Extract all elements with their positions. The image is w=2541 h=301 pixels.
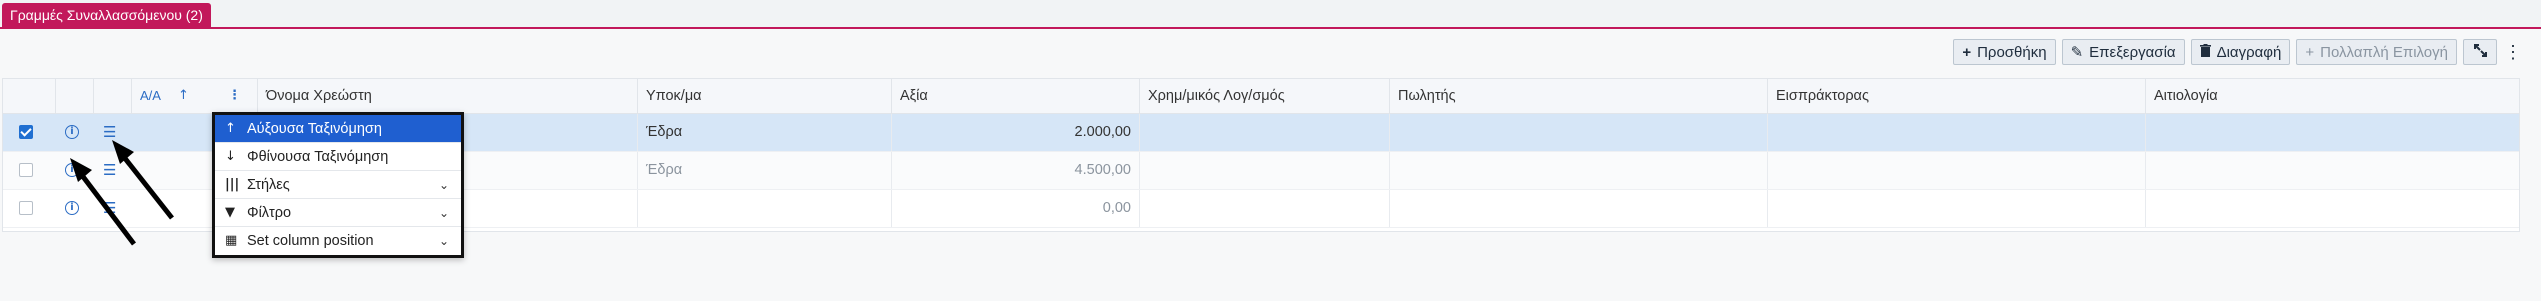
edit-button[interactable]: ✎ Επεξεργασία [2061, 39, 2185, 65]
row-menu-icon[interactable]: ☰ [103, 201, 117, 216]
cell-collector [1767, 190, 2145, 227]
info-icon[interactable]: i [65, 201, 79, 215]
header-justification[interactable]: Αιτιολογία [2145, 79, 2519, 113]
header-collector[interactable]: Εισπράκτορας [1767, 79, 2145, 113]
cell-seller [1389, 152, 1767, 189]
multi-select-button-label: Πολλαπλή Επιλογή [2320, 43, 2448, 61]
header-debtor-name[interactable]: Όνομα Χρεώστη [257, 79, 637, 113]
column-menu-dropdown: ↑ Αύξουσα Ταξινόμηση ↓ Φθίνουσα Ταξινόμη… [212, 112, 464, 258]
expand-icon [2473, 43, 2487, 61]
menu-item-label: Φθίνουσα Ταξινόμηση [247, 149, 389, 165]
plus-icon: + [2305, 43, 2315, 61]
row-checkbox[interactable] [19, 201, 33, 215]
cell-value: 2.000,00 [891, 114, 1139, 151]
cell-justification [2145, 114, 2519, 151]
row-menu-icon[interactable]: ☰ [103, 125, 117, 140]
chevron-down-icon: ⌄ [438, 234, 449, 248]
cell-account [1139, 152, 1389, 189]
menu-item-label: Φίλτρο [247, 205, 292, 221]
header-value[interactable]: Αξία [891, 79, 1139, 113]
filter-icon: ▼ [225, 205, 235, 220]
row-menu-icon[interactable]: ☰ [103, 163, 117, 178]
header-menu-col [93, 79, 131, 113]
tab-strip [0, 0, 2541, 28]
grid-toolbar: + Προσθήκη ✎ Επεξεργασία Διαγραφή + Πολλ… [1953, 39, 2523, 65]
grid-header: Α/Α ↑ ⋮ Όνομα Χρεώστη Υποκ/μα Αξία Χρημ/… [3, 79, 2519, 114]
chevron-down-icon: ⌄ [438, 206, 449, 220]
tab-debtor-lines[interactable]: Γραμμές Συναλλασσόμενου (2) [2, 3, 211, 27]
row-checkbox[interactable] [19, 125, 33, 139]
cell-value: 4.500,00 [891, 152, 1139, 189]
header-branch[interactable]: Υποκ/μα [637, 79, 891, 113]
delete-button-label: Διαγραφή [2216, 43, 2282, 61]
add-button-label: Προσθήκη [1977, 43, 2047, 61]
cell-branch: Έδρα [637, 152, 891, 189]
cell-branch: Έδρα [637, 114, 891, 151]
expand-button[interactable] [2463, 39, 2497, 65]
cell-justification [2145, 190, 2519, 227]
header-select-col [3, 79, 55, 113]
cell-seller [1389, 114, 1767, 151]
chevron-down-icon: ⌄ [438, 178, 449, 192]
delete-button[interactable]: Διαγραφή [2190, 39, 2291, 65]
cell-account [1139, 114, 1389, 151]
info-icon[interactable]: i [65, 125, 79, 139]
cell-collector [1767, 114, 2145, 151]
header-seller[interactable]: Πωλητής [1389, 79, 1767, 113]
plus-icon: + [1962, 43, 1972, 61]
trash-icon [2199, 43, 2211, 61]
cell-value: 0,00 [891, 190, 1139, 227]
arrow-down-icon: ↓ [225, 149, 236, 164]
cell-branch [637, 190, 891, 227]
menu-item-sort-asc[interactable]: ↑ Αύξουσα Ταξινόμηση [215, 115, 461, 143]
menu-item-label: Αύξουσα Ταξινόμηση [247, 121, 382, 137]
sort-asc-icon: ↑ [178, 88, 189, 103]
menu-item-label: Set column position [247, 233, 374, 249]
menu-item-columns[interactable]: ||| Στήλες ⌄ [215, 171, 461, 199]
add-button[interactable]: + Προσθήκη [1953, 39, 2056, 65]
header-aa-label: Α/Α [140, 88, 161, 103]
cell-collector [1767, 152, 2145, 189]
header-info-col [55, 79, 93, 113]
header-account[interactable]: Χρημ/μικός Λογ/σμός [1139, 79, 1389, 113]
pencil-icon: ✎ [2070, 43, 2084, 61]
menu-item-sort-desc[interactable]: ↓ Φθίνουσα Ταξινόμηση [215, 143, 461, 171]
menu-item-column-position[interactable]: ▦ Set column position ⌄ [215, 227, 461, 255]
column-menu-icon[interactable]: ⋮ [228, 79, 241, 113]
cell-account [1139, 190, 1389, 227]
edit-button-label: Επεξεργασία [2089, 43, 2176, 61]
multi-select-button[interactable]: + Πολλαπλή Επιλογή [2296, 39, 2457, 65]
cell-seller [1389, 190, 1767, 227]
table-icon: ▦ [225, 233, 238, 248]
menu-item-filter[interactable]: ▼ Φίλτρο ⌄ [215, 199, 461, 227]
row-checkbox[interactable] [19, 163, 33, 177]
columns-icon: ||| [225, 177, 240, 192]
info-icon[interactable]: i [65, 163, 79, 177]
cell-justification [2145, 152, 2519, 189]
arrow-up-icon: ↑ [225, 121, 236, 136]
menu-item-label: Στήλες [247, 177, 290, 193]
header-aa[interactable]: Α/Α ↑ ⋮ [131, 79, 257, 113]
more-options-icon[interactable]: ⋮ [2503, 39, 2523, 65]
